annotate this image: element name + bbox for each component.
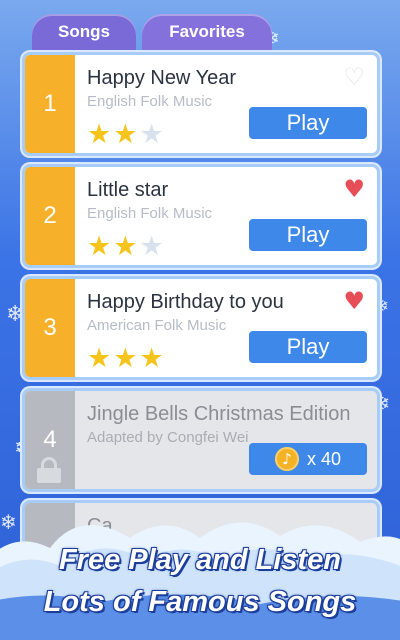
song-number: 1 bbox=[25, 55, 75, 153]
song-title: Happy Birthday to you bbox=[87, 291, 284, 313]
star-icon: ★ bbox=[87, 119, 112, 150]
tab-bar: Songs Favorites bbox=[32, 14, 272, 50]
song-number: 2 bbox=[25, 167, 75, 265]
song-card[interactable]: 1 Happy New Year English Folk Music ★ ★ … bbox=[22, 52, 380, 156]
banner-line-1: Free Play and Listen bbox=[58, 544, 342, 576]
heart-icon[interactable]: ♡ bbox=[343, 63, 365, 91]
star-icon: ★ bbox=[113, 231, 138, 262]
song-subtitle: Adapted by Congfei Wei bbox=[87, 429, 249, 446]
star-rating: ★ ★ ★ bbox=[87, 345, 164, 372]
unlock-button[interactable]: ♪ x 40 bbox=[249, 443, 367, 475]
star-icon: ★ bbox=[87, 343, 112, 374]
star-icon: ★ bbox=[113, 343, 138, 374]
tab-songs[interactable]: Songs bbox=[32, 14, 136, 50]
song-title: Little star bbox=[87, 179, 169, 201]
song-list: 1 Happy New Year English Folk Music ★ ★ … bbox=[22, 52, 380, 568]
song-subtitle: English Folk Music bbox=[87, 93, 213, 110]
star-icon: ★ bbox=[139, 119, 164, 150]
song-card[interactable]: 3 Happy Birthday to you American Folk Mu… bbox=[22, 276, 380, 380]
song-title: Happy New Year bbox=[87, 67, 236, 89]
play-button[interactable]: Play bbox=[249, 331, 367, 363]
star-rating: ★ ★ ★ bbox=[87, 121, 164, 148]
heart-icon[interactable]: ♥ bbox=[343, 175, 365, 203]
star-rating: ★ ★ ★ bbox=[87, 233, 164, 260]
song-number: 3 bbox=[25, 279, 75, 377]
heart-icon[interactable]: ♥ bbox=[343, 287, 365, 315]
song-title: Jingle Bells Christmas Edition bbox=[87, 403, 351, 425]
star-icon: ★ bbox=[139, 343, 164, 374]
song-subtitle: English Folk Music bbox=[87, 205, 213, 222]
music-coin-icon: ♪ bbox=[274, 447, 299, 471]
play-button[interactable]: Play bbox=[249, 107, 367, 139]
star-icon: ★ bbox=[139, 231, 164, 262]
star-icon: ★ bbox=[113, 119, 138, 150]
song-subtitle: American Folk Music bbox=[87, 317, 227, 334]
play-button[interactable]: Play bbox=[249, 219, 367, 251]
banner-line-2: Lots of Famous Songs bbox=[43, 586, 357, 618]
unlock-cost: x 40 bbox=[306, 448, 342, 469]
song-card-locked[interactable]: 4 Jingle Bells Christmas Edition Adapted… bbox=[22, 388, 380, 492]
lock-icon bbox=[35, 457, 63, 483]
tab-favorites[interactable]: Favorites bbox=[142, 14, 272, 50]
star-icon: ★ bbox=[87, 231, 112, 262]
song-card[interactable]: 2 Little star English Folk Music ★ ★ ★ ♥… bbox=[22, 164, 380, 268]
